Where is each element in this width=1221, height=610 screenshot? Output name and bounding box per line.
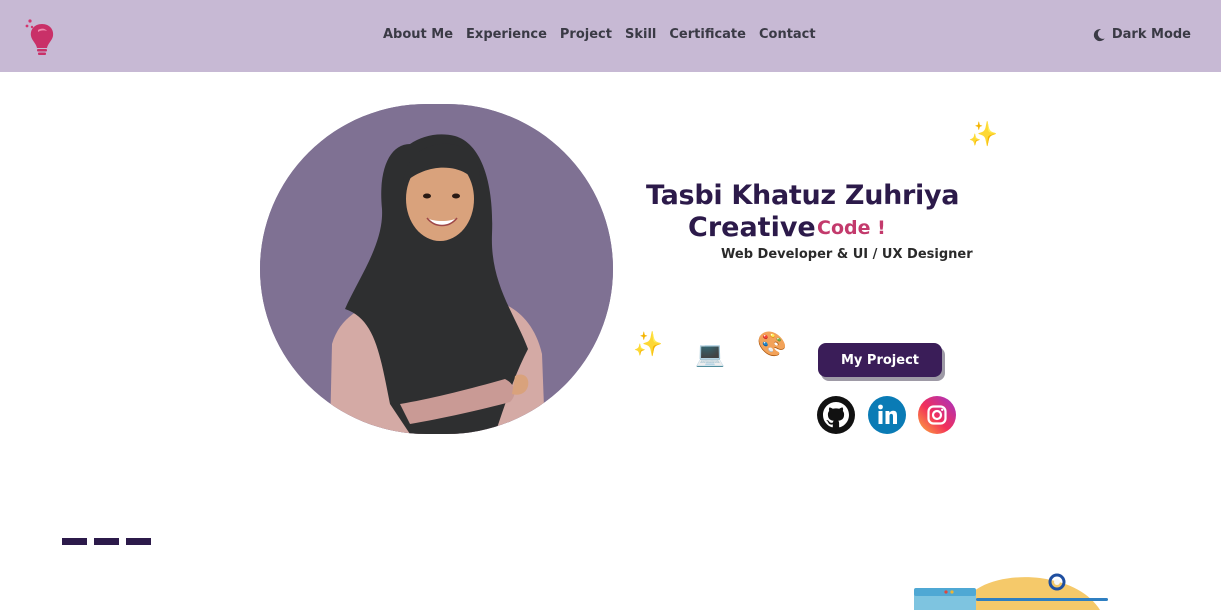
profile-photo: [260, 104, 613, 434]
sparkle-icon: ✨: [968, 120, 998, 148]
instagram-icon[interactable]: [918, 396, 956, 434]
my-project-button[interactable]: My Project: [818, 343, 942, 377]
linkedin-icon[interactable]: [868, 396, 906, 434]
nav-link-experience[interactable]: Experience: [466, 27, 547, 42]
divider-dash: [62, 538, 87, 545]
hero-subtitle: Web Developer & UI / UX Designer: [721, 247, 973, 262]
nav-link-project[interactable]: Project: [560, 27, 612, 42]
divider-dash: [126, 538, 151, 545]
nav-link-certificate[interactable]: Certificate: [669, 27, 746, 42]
divider-dash: [94, 538, 119, 545]
nav-link-skill[interactable]: Skill: [625, 27, 656, 42]
sparkle-icon: ✨: [633, 330, 663, 358]
hero-name: Tasbi Khatuz Zuhriya: [646, 180, 960, 211]
navbar: About Me Experience Project Skill Certif…: [0, 0, 1221, 72]
nav-link-about-me[interactable]: About Me: [383, 27, 453, 42]
lightbulb-logo-icon[interactable]: [24, 18, 56, 56]
nav-link-contact[interactable]: Contact: [759, 27, 816, 42]
hero-role-accent: Code !: [817, 217, 886, 239]
hero-role-word: Creative: [688, 212, 816, 243]
laptop-icon: 💻: [695, 340, 725, 368]
dark-mode-label: Dark Mode: [1111, 27, 1191, 42]
nav-links: About Me Experience Project Skill Certif…: [383, 27, 829, 42]
github-icon[interactable]: [817, 396, 855, 434]
section-divider: [62, 538, 151, 545]
dark-mode-toggle[interactable]: Dark Mode: [1092, 27, 1191, 42]
browser-window-illustration: [910, 570, 1110, 610]
moon-icon: [1093, 28, 1105, 41]
palette-icon: 🎨: [757, 330, 787, 358]
